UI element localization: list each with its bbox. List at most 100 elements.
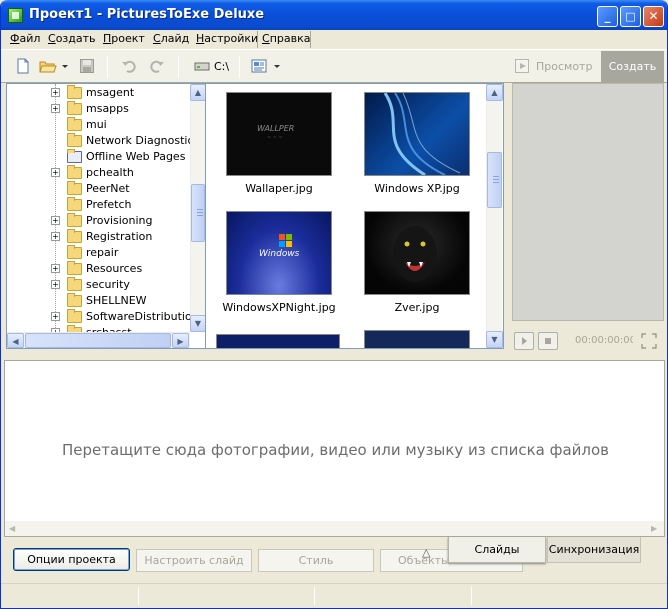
fullscreen-icon[interactable] [641,333,657,349]
thumbnail-image: WALLPER ~ ~ ~ [226,92,332,176]
tree-item[interactable]: Offline Web Pages [7,149,192,165]
menu-create[interactable]: Создать [48,32,96,45]
app-icon[interactable] [8,8,23,23]
style-button[interactable]: Стиль [258,549,374,572]
menu-slide-label: лайд [160,32,190,45]
expand-icon[interactable]: + [51,168,60,177]
expand-icon[interactable]: + [51,216,60,225]
tree-item[interactable]: PeerNet [7,181,192,197]
close-button[interactable]: ✕ [643,6,664,27]
toolbar-separator [178,56,179,78]
stop-button[interactable] [538,332,558,350]
maximize-button[interactable]: □ [620,6,641,27]
tree-item[interactable]: + security [7,277,192,293]
folder-icon [67,309,82,323]
create-button[interactable]: Создать [601,51,664,82]
tree-vertical-scrollbar[interactable]: ▲ ▼ [190,84,205,332]
thumbnail-image [364,211,470,295]
customize-slide-button[interactable]: Настроить слайд [136,549,252,572]
tab-synchronization[interactable]: Синхронизация [547,537,641,563]
tree-item[interactable]: mui [7,117,192,133]
tree-item[interactable]: SHELLNEW [7,293,192,309]
save-icon[interactable] [79,58,95,74]
menu-file-label: айл [19,32,41,45]
dropzone-scroll-left-icon[interactable]: ◀ [9,524,15,533]
expand-icon[interactable]: + [51,264,60,273]
play-button[interactable] [514,332,534,350]
drive-icon[interactable] [194,58,210,74]
drive-label[interactable]: C:\ [214,60,229,73]
undo-icon[interactable] [121,58,137,74]
menu-file[interactable]: Файл [10,32,40,45]
tree-item[interactable]: + pchealth [7,165,192,181]
thumbnail-caption: Zver.jpg [394,301,440,314]
collapse-panel-icon[interactable]: △ [422,546,430,559]
dropzone-hint: Перетащите сюда фотографии, видео или му… [61,441,609,459]
menu-help[interactable]: Справка [262,32,310,45]
tree-item[interactable]: Prefetch [7,197,192,213]
menu-project[interactable]: Проект [103,32,145,45]
tree-item-label: SoftwareDistribution [86,310,199,323]
tree-scroll-down-icon[interactable]: ▼ [190,315,205,332]
open-folder-icon[interactable] [39,58,57,74]
project-options-button[interactable]: Опции проекта [13,548,130,571]
expand-icon[interactable]: + [51,88,60,97]
folder-icon [67,133,82,147]
grip-line [493,176,499,177]
folder-icon [67,261,82,275]
view-dropdown-icon[interactable] [273,58,281,74]
dropzone-horizontal-scrollbar[interactable]: ◀ ▶ [5,521,664,536]
expand-icon[interactable]: + [51,280,60,289]
menu-create-accel: С [48,32,56,45]
tree-item[interactable]: + Provisioning [7,213,192,229]
thumbs-scroll-thumb[interactable] [487,152,502,208]
preview-screen [512,83,664,321]
folder-icon [67,165,82,179]
preview-button[interactable]: Просмотр [513,54,599,79]
folder-icon [67,293,82,307]
tree-scroll-left-icon[interactable]: ◀ [7,333,24,348]
thumbnail-panel[interactable]: WALLPER ~ ~ ~ Wallaper.jpg Windows XP.jpg… [206,83,504,349]
panel-splitter[interactable] [1,352,667,360]
svg-text:~ ~ ~: ~ ~ ~ [267,135,283,141]
thumbs-scroll-down-icon[interactable]: ▼ [486,331,503,348]
tree-item[interactable]: + SoftwareDistribution [7,309,199,325]
folder-icon [67,229,82,243]
grip-line [197,215,203,216]
title-bar[interactable]: Проект1 - PicturesToExe Deluxe _ □ ✕ [1,0,667,30]
tree-item-label: SHELLNEW [86,294,147,307]
tree-scroll-thumb[interactable] [191,184,205,242]
thumbs-scroll-up-icon[interactable]: ▲ [486,84,503,101]
tree-horizontal-scrollbar[interactable]: ◀ ▶ [7,332,190,348]
menu-slide[interactable]: Слайд [153,32,189,45]
tree-item[interactable]: + Resources [7,261,192,277]
tree-scroll-up-icon[interactable]: ▲ [190,84,205,101]
view-mode-icon[interactable] [251,58,267,74]
tree-scroll-right-icon[interactable]: ▶ [172,333,189,348]
thumbnail-vertical-scrollbar[interactable]: ▲ ▼ [486,84,503,348]
slides-dropzone[interactable]: Перетащите сюда фотографии, видео или му… [4,360,665,537]
toolbar-separator [239,56,240,78]
menu-settings[interactable]: Настройки [196,32,258,45]
folder-icon [67,277,82,291]
tree-item[interactable]: + msapps [7,101,192,117]
dropzone-scroll-right-icon[interactable]: ▶ [651,524,657,533]
tree-item[interactable]: Network Diagnostic [7,133,194,149]
tree-item-label: Resources [86,262,143,275]
menu-create-label: оздать [55,32,96,45]
expand-icon[interactable]: + [51,232,60,241]
thumbnail-caption: WindowsXPNight.jpg [222,301,336,314]
folder-tree[interactable]: + msagent + msapps mui Network Diagnostic Offl… [6,83,206,349]
open-dropdown-icon[interactable] [61,58,69,74]
redo-icon[interactable] [149,58,165,74]
tree-item[interactable]: repair [7,245,192,261]
tree-item[interactable]: + msagent [7,85,192,101]
new-file-icon[interactable] [15,58,31,74]
tree-hscroll-thumb[interactable] [25,333,171,348]
preview-label: Просмотр [536,60,593,73]
expand-icon[interactable]: + [51,312,60,321]
minimize-button[interactable]: _ [597,6,618,27]
expand-icon[interactable]: + [51,104,60,113]
tab-slides[interactable]: Слайды [448,537,546,563]
tree-item[interactable]: + Registration [7,229,192,245]
